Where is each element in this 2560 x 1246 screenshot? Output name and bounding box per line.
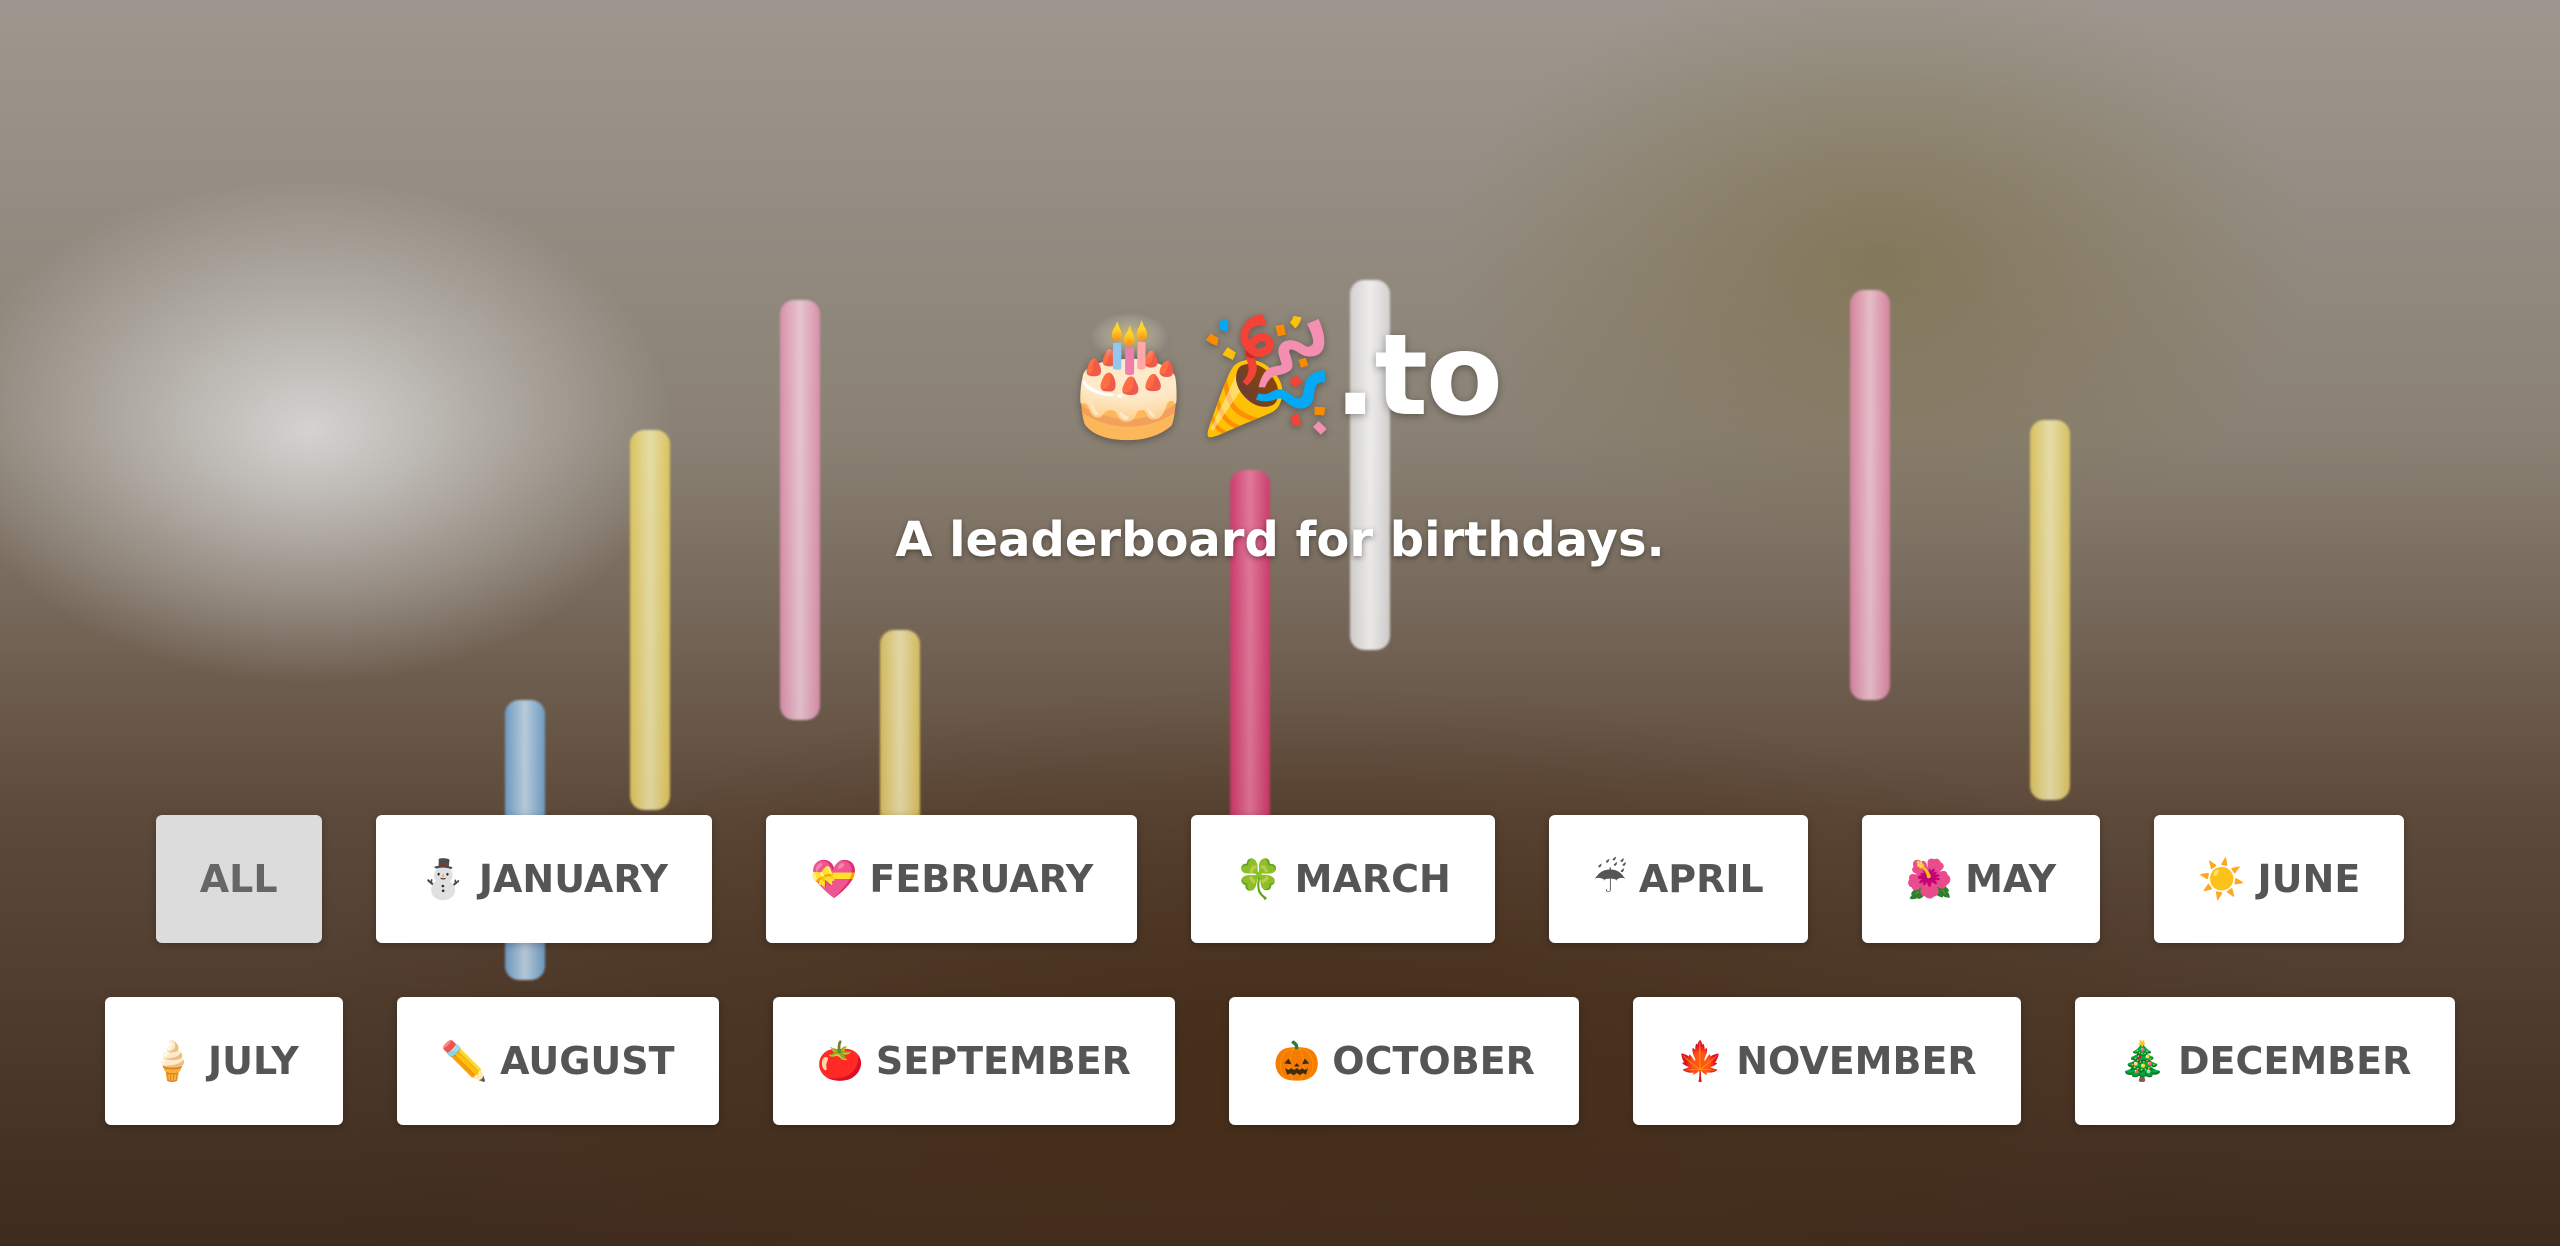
- filter-october-button[interactable]: 🎃 OCTOBER: [1228, 997, 1579, 1125]
- umbrella-icon: ☔: [1592, 857, 1627, 901]
- clover-icon: 🍀: [1235, 856, 1283, 901]
- filter-label: OCTOBER: [1332, 1039, 1535, 1083]
- filter-label: DECEMBER: [2178, 1039, 2412, 1083]
- filter-label: AUGUST: [500, 1039, 675, 1083]
- filter-label: JULY: [207, 1039, 299, 1083]
- filter-label: MAY: [1965, 857, 2057, 901]
- filter-november-button[interactable]: 🍁 NOVEMBER: [1632, 997, 2021, 1125]
- tomato-icon: 🍅: [816, 1038, 864, 1083]
- filter-july-button[interactable]: 🍦 JULY: [104, 997, 343, 1125]
- month-filter-row-1: ALL ⛄ JANUARY 💝 FEBRUARY 🍀 MARCH ☔ APRIL…: [0, 815, 2560, 943]
- maple-leaf-icon: 🍁: [1676, 1038, 1725, 1083]
- hero: 🎂🎉.to A leaderboard for birthdays.: [0, 320, 2560, 568]
- filter-label: APRIL: [1638, 857, 1764, 901]
- filter-label: MARCH: [1294, 857, 1451, 901]
- pencil-icon: ✏️: [440, 1038, 489, 1083]
- ice-cream-icon: 🍦: [148, 1038, 196, 1083]
- filter-january-button[interactable]: ⛄ JANUARY: [375, 815, 713, 943]
- filter-may-button[interactable]: 🌺 MAY: [1861, 815, 2101, 943]
- filter-august-button[interactable]: ✏️ AUGUST: [396, 997, 719, 1125]
- sun-icon: ☀️: [2198, 856, 2246, 901]
- site-logo[interactable]: 🎂🎉.to: [0, 320, 2560, 432]
- filter-september-button[interactable]: 🍅 SEPTEMBER: [772, 997, 1175, 1125]
- filter-label: SEPTEMBER: [875, 1039, 1131, 1083]
- filter-march-button[interactable]: 🍀 MARCH: [1191, 815, 1495, 943]
- pumpkin-icon: 🎃: [1272, 1038, 1321, 1083]
- snowman-icon: ⛄: [419, 856, 467, 901]
- filter-label: FEBRUARY: [869, 857, 1094, 901]
- filter-february-button[interactable]: 💝 FEBRUARY: [766, 815, 1138, 943]
- filter-label: ALL: [199, 857, 278, 901]
- filter-december-button[interactable]: 🎄 DECEMBER: [2074, 997, 2456, 1125]
- filter-june-button[interactable]: ☀️ JUNE: [2154, 815, 2405, 943]
- tagline: A leaderboard for birthdays.: [895, 512, 1665, 568]
- filter-label: JANUARY: [478, 857, 669, 901]
- christmas-tree-icon: 🎄: [2118, 1038, 2166, 1083]
- hibiscus-icon: 🌺: [1905, 856, 1954, 901]
- filter-all-button[interactable]: ALL: [155, 815, 322, 943]
- month-filter-row-2: 🍦 JULY ✏️ AUGUST 🍅 SEPTEMBER 🎃 OCTOBER 🍁…: [0, 997, 2560, 1125]
- filter-label: NOVEMBER: [1736, 1039, 1977, 1083]
- filter-april-button[interactable]: ☔ APRIL: [1548, 815, 1808, 943]
- heart-gift-icon: 💝: [810, 856, 858, 901]
- filter-label: JUNE: [2257, 857, 2361, 901]
